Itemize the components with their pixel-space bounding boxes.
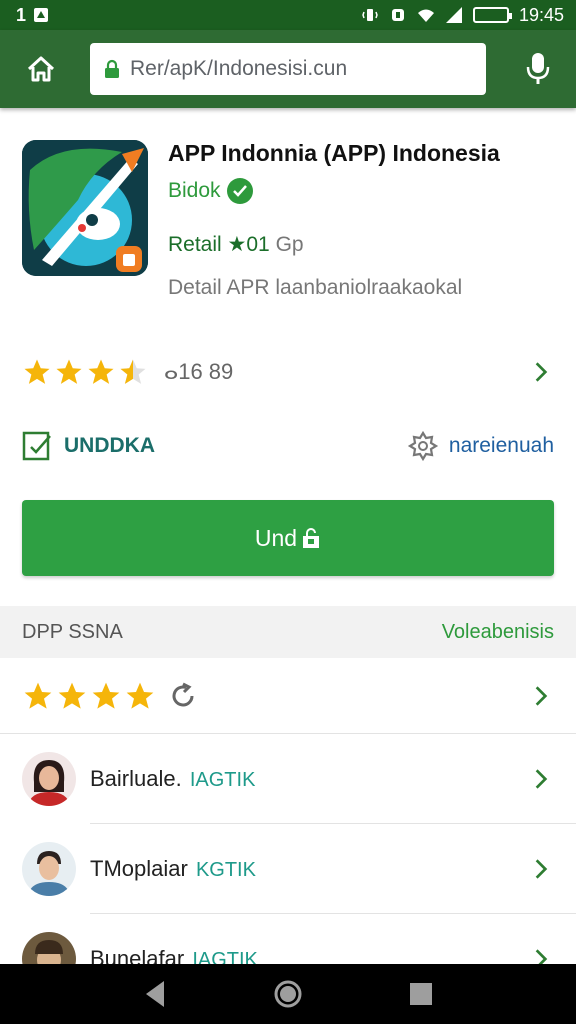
chevron-right-icon[interactable] [528,856,554,882]
url-bar[interactable]: Rer/apK/Indonesisi.cun [90,43,486,95]
star-full-icon [58,682,86,709]
checkbox-icon [22,431,51,461]
status-right: 19:45 [361,5,564,26]
review-item[interactable]: Bairluale. IAGTIK [0,734,576,824]
review-author-name: Bairluale. [90,766,182,791]
reviews-section-link[interactable]: Voleabenisis [442,621,554,644]
browser-toolbar: Rer/apK/Indonesisi.cun [0,30,576,108]
star-full-icon [126,682,154,709]
wifi-icon [417,9,434,22]
review-author: TMoplaiar KGTIK [90,856,256,882]
avatar [22,752,76,806]
home-button[interactable] [16,44,66,94]
wishlist-label: nareienuah [448,434,554,457]
review-author-name: TMoplaiar [90,856,188,881]
status-left: 1 [16,5,50,26]
install-button-label: Und [254,524,298,551]
avatar [22,842,76,896]
review-item[interactable]: TMoplaiar KGTIK [0,824,576,914]
chevron-right-icon[interactable] [528,359,554,385]
app-logo-icon [22,140,148,276]
developer-row[interactable]: Bidok [168,178,253,204]
app-category: Retail ★01 [168,233,270,256]
alarm-icon [391,9,404,21]
review-tag: KGTIK [195,859,256,881]
recents-icon[interactable] [408,981,434,1007]
app-description: Detail APR laanbaniolraakaokal [168,276,463,299]
verified-check-icon [226,178,253,204]
install-link[interactable]: UNDDKA [22,430,155,462]
review-tag: IAGTIK [189,769,256,791]
star-half-icon [120,359,146,384]
developer-name[interactable]: Bidok [168,179,221,203]
notification-icon [34,8,49,22]
mic-icon [526,53,550,84]
app-header: APP Indonnia (APP) Indonesia Bidok Retai… [0,108,576,328]
app-icon[interactable] [22,140,148,276]
status-bar: 1 19:45 [0,0,576,30]
refresh-icon[interactable] [168,681,198,711]
gear-icon [407,430,439,462]
star-full-icon [92,682,120,709]
review-author: Bairluale. IAGTIK [90,766,255,792]
wishlist-link[interactable]: nareienuah [407,430,554,462]
signal-icon [445,7,462,23]
star-full-icon [56,359,82,384]
reviews-section-header: DPP SSNA Voleabenisis [0,606,576,658]
voice-search-button[interactable] [516,44,560,94]
url-text: Rer/apK/Indonesisi.cun [130,57,348,80]
install-button[interactable]: Und [22,500,554,576]
review-summary-stars [22,680,156,712]
rating-row[interactable]: ⴰ16 89 [0,340,576,404]
reviews-section-title: DPP SSNA [22,620,123,643]
chevron-right-icon[interactable] [528,683,554,709]
app-meta: Retail ★01 Gp [168,232,304,257]
lock-open-icon [303,528,320,548]
review-stars-row[interactable] [0,658,576,734]
star-full-icon [24,682,52,709]
action-row: UNDDKA nareienuah [0,420,576,472]
vibrate-icon [362,9,378,21]
app-size: Gp [275,233,304,256]
home-icon [27,56,55,82]
install-link-label: UNDDKA [64,434,155,457]
rating-stars [22,357,148,387]
app-title: APP Indonnia (APP) Indonesia [168,140,500,166]
status-time: 19:45 [518,4,564,25]
lock-icon [105,59,119,78]
home-circle-icon[interactable] [273,979,303,1009]
rating-count: ⴰ16 89 [164,359,234,384]
battery-icon [472,7,512,23]
status-left-text: 1 [16,4,27,25]
star-full-icon [24,359,50,384]
star-full-icon [88,359,114,384]
system-nav-bar [0,964,576,1024]
chevron-right-icon[interactable] [528,766,554,792]
back-icon[interactable] [142,979,168,1009]
